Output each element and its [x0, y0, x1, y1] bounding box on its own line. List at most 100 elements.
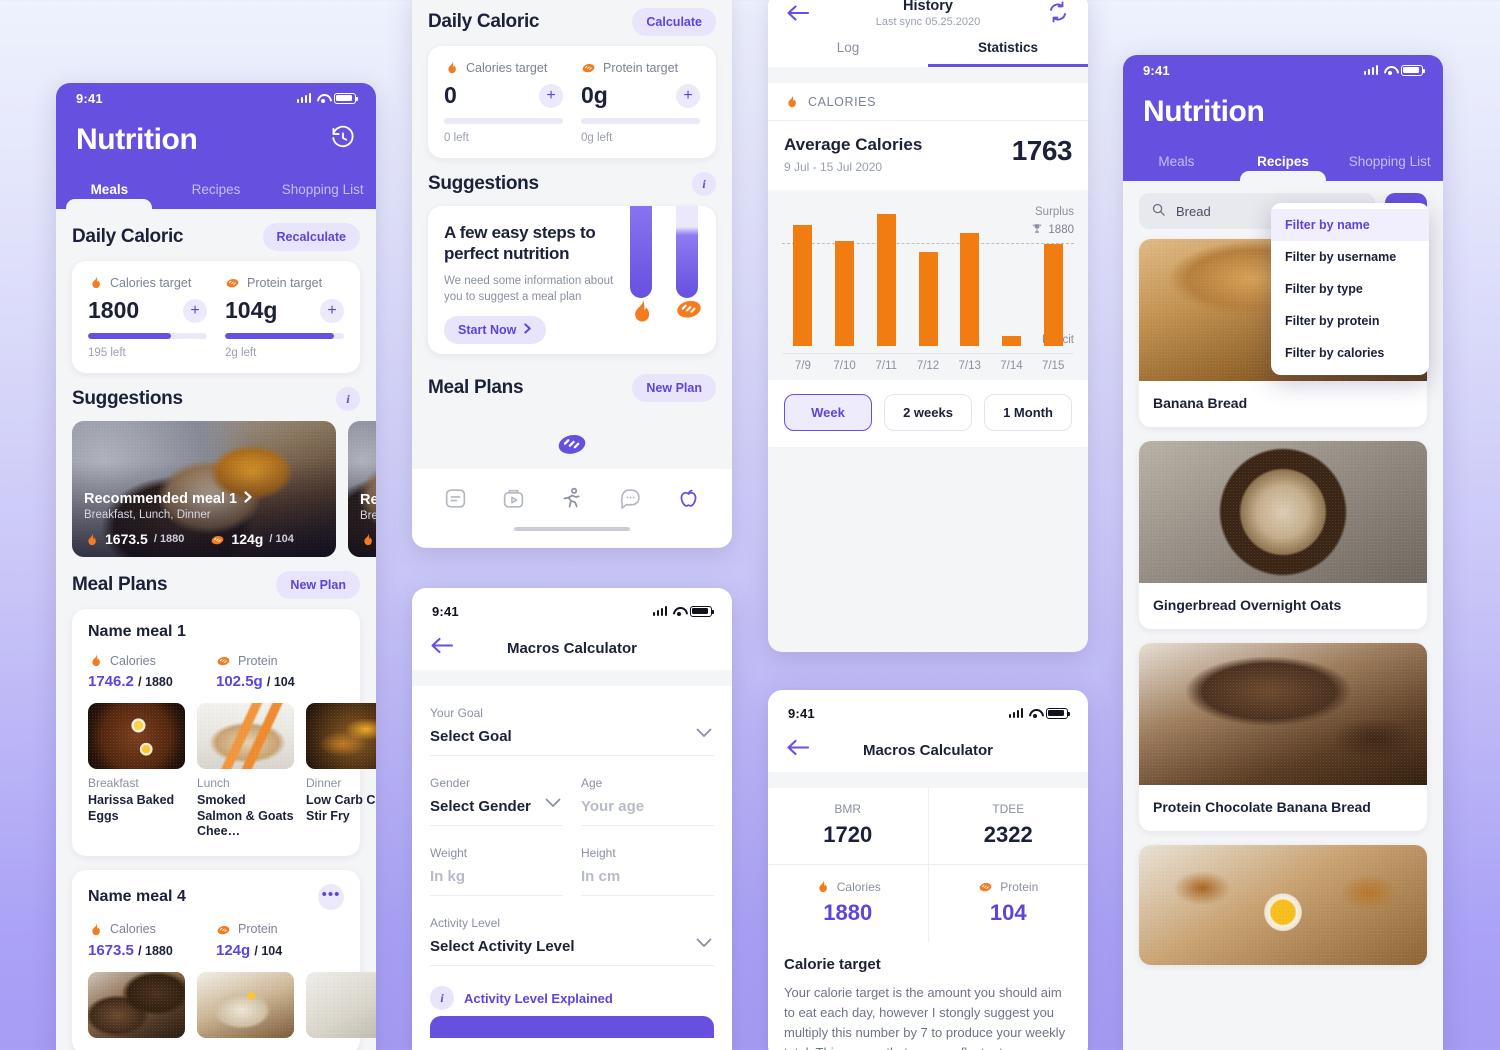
meal-slot: Breakfast	[88, 776, 139, 790]
bread-icon	[674, 293, 704, 328]
weight-field[interactable]: Weight In kg	[430, 846, 563, 896]
range-1month-button[interactable]: 1 Month	[984, 394, 1072, 431]
bread-icon	[216, 922, 231, 937]
suggestion-card[interactable]: Recommended meal 1 Breakfast, Lunch, Din…	[72, 421, 336, 557]
bread-icon	[581, 60, 596, 75]
recipe-card[interactable]	[1139, 845, 1427, 965]
tab-recipes[interactable]: Recipes	[163, 182, 270, 209]
activity-level-explained-link[interactable]: i Activity Level Explained	[430, 986, 714, 1010]
height-label: Height	[581, 846, 616, 860]
new-plan-button[interactable]: New Plan	[276, 571, 360, 599]
back-arrow-icon[interactable]	[786, 739, 810, 762]
back-arrow-icon[interactable]	[430, 637, 454, 660]
refresh-icon[interactable]	[1046, 0, 1070, 29]
menu-item-filter-by-type[interactable]: Filter by type	[1271, 273, 1429, 305]
recalculate-button[interactable]: Recalculate	[262, 223, 360, 251]
calories-section-label: CALORIES	[768, 83, 1088, 121]
recipe-card[interactable]: Gingerbread Overnight Oats	[1139, 441, 1427, 629]
info-icon[interactable]: i	[692, 172, 716, 196]
screen-meals: 9:41 Nutrition Meals Recipes Shopping Li…	[56, 83, 376, 1050]
height-field[interactable]: Height In cm	[581, 846, 714, 896]
info-icon[interactable]: i	[336, 387, 360, 411]
add-calories-button[interactable]: +	[183, 298, 207, 323]
chevron-down-icon[interactable]	[696, 725, 712, 743]
status-bar: 9:41	[412, 596, 732, 626]
list-icon[interactable]	[443, 486, 468, 511]
bottom-navbar	[412, 469, 732, 527]
meal-plan-card[interactable]: Name meal 4 ••• Calories 1673.5 / 1880 P…	[72, 869, 376, 1050]
chevron-down-icon[interactable]	[545, 795, 561, 813]
plan-protein-value: 124g	[216, 941, 251, 959]
history-clock-icon[interactable]	[330, 125, 356, 156]
chevron-down-icon[interactable]	[696, 935, 712, 953]
suggestions-carousel[interactable]: Recommended meal 1 Breakfast, Lunch, Din…	[56, 421, 376, 557]
calories-protein-row: Calories 1880 Protein 104	[768, 865, 1088, 942]
average-calories-label: Average Calories	[784, 135, 923, 154]
menu-item-filter-by-calories[interactable]: Filter by calories	[1271, 337, 1429, 369]
recipe-photo	[1139, 643, 1427, 785]
range-2weeks-button[interactable]: 2 weeks	[884, 394, 972, 431]
suggestion-card[interactable]: Re Bre	[348, 421, 376, 557]
calories-cell: Calories 1880	[768, 865, 928, 942]
chat-icon[interactable]	[618, 486, 643, 511]
plan-meal-item[interactable]: Dinner Low Carb Ca… Stir Fry	[306, 703, 376, 840]
meal-plan-menu-icon[interactable]: •••	[318, 883, 344, 910]
add-calories-button[interactable]: +	[539, 83, 563, 108]
tab-shopping-list[interactable]: Shopping List	[269, 182, 376, 209]
camera-icon[interactable]	[501, 486, 526, 511]
add-protein-button[interactable]: +	[676, 83, 700, 108]
menu-item-filter-by-username[interactable]: Filter by username	[1271, 241, 1429, 273]
height-input[interactable]: In cm	[581, 868, 714, 885]
add-protein-button[interactable]: +	[320, 298, 344, 323]
submit-button[interactable]	[430, 1016, 714, 1038]
activity-level-field[interactable]: Activity Level Select Activity Level	[430, 916, 714, 966]
suggestion-calories: 1673.5 / 1880	[84, 531, 184, 547]
protein-target-column: Protein target 0g + 0g left	[581, 60, 700, 144]
activity-run-icon[interactable]	[559, 486, 584, 511]
goal-field[interactable]: Your Goal Select Goal	[430, 706, 714, 756]
tab-meals[interactable]: Meals	[1123, 154, 1230, 181]
tab-meals[interactable]: Meals	[56, 182, 163, 209]
new-plan-button[interactable]: New Plan	[632, 374, 716, 402]
plan-calories: Calories 1746.2 / 1880	[88, 653, 216, 691]
calculate-button[interactable]: Calculate	[632, 8, 716, 36]
start-now-button[interactable]: Start Now	[444, 315, 547, 344]
plan-meal-item[interactable]	[197, 971, 294, 1038]
range-week-button[interactable]: Week	[784, 394, 872, 431]
protein-target-column: Protein target 104g + 2g left	[225, 275, 344, 359]
plan-meal-item[interactable]: Breakfast Harissa Baked Eggs	[88, 703, 185, 840]
calories-target-column: Calories target 0 + 0 left	[444, 60, 563, 144]
tab-log[interactable]: Log	[768, 40, 928, 67]
tab-statistics[interactable]: Statistics	[928, 40, 1088, 67]
plan-meal-item[interactable]: Lunch Smoked Salmon & Goats Chee…	[197, 703, 294, 840]
plan-meal-item[interactable]	[306, 971, 376, 1038]
battery-icon	[1401, 64, 1425, 76]
average-calories-row: Average Calories 9 Jul - 15 Jul 2020 176…	[768, 121, 1088, 190]
recipes-header: 9:41 Nutrition Meals Recipes Shopping Li…	[1123, 55, 1443, 181]
daily-caloric-card: Calories target 0 + 0 left Protein targe…	[428, 46, 716, 158]
plan-meal-item[interactable]	[88, 971, 185, 1038]
weight-input[interactable]: In kg	[430, 868, 563, 885]
signal-icon	[296, 93, 311, 103]
plan-calories-value: 1746.2	[88, 673, 134, 690]
protein-label: Protein	[1000, 879, 1039, 894]
gender-field[interactable]: Gender Select Gender	[430, 776, 563, 826]
menu-item-filter-by-name[interactable]: Filter by name	[1271, 209, 1429, 241]
back-arrow-icon[interactable]	[786, 4, 810, 27]
calorie-target-explainer: Calorie target Your calorie target is th…	[768, 942, 1088, 1050]
bmr-label: BMR	[834, 802, 862, 816]
status-bar: 9:41	[1123, 55, 1443, 85]
meal-thumbnail	[197, 703, 294, 769]
recipe-card[interactable]: Protein Chocolate Banana Bread	[1139, 643, 1427, 831]
tab-recipes[interactable]: Recipes	[1230, 154, 1337, 181]
flame-icon	[815, 879, 830, 894]
gender-value: Select Gender	[430, 798, 531, 815]
apple-icon[interactable]	[676, 486, 701, 511]
age-field[interactable]: Age Your age	[581, 776, 714, 826]
meal-plan-card[interactable]: Name meal 1 Calories 1746.2 / 1880 Prote…	[72, 609, 376, 856]
screen-recipes: 9:41 Nutrition Meals Recipes Shopping Li…	[1123, 55, 1443, 1050]
menu-item-filter-by-protein[interactable]: Filter by protein	[1271, 305, 1429, 337]
age-input[interactable]: Your age	[581, 798, 714, 815]
tab-shopping-list[interactable]: Shopping List	[1336, 154, 1443, 181]
average-calories-value: 1763	[1011, 135, 1073, 166]
